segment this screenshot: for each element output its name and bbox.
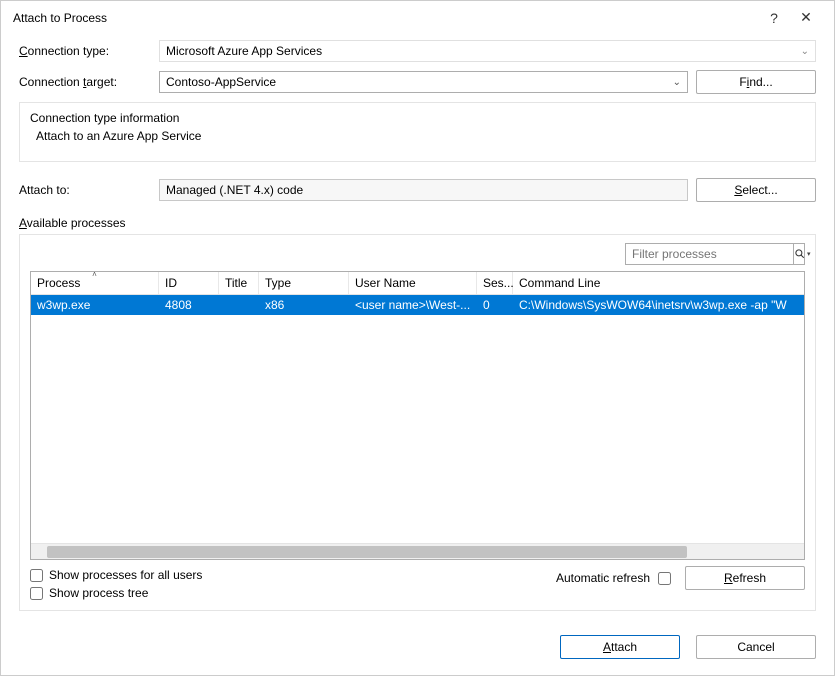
connection-target-label: Connection target: <box>19 75 159 89</box>
horizontal-scrollbar[interactable] <box>31 543 804 559</box>
connection-type-combo[interactable]: Microsoft Azure App Services ⌄ <box>159 40 816 62</box>
cell-session: 0 <box>477 296 513 314</box>
table-header: ˄Process ID Title Type User Name Ses... … <box>31 272 804 295</box>
column-type[interactable]: Type <box>259 272 349 294</box>
filter-box: ▾ <box>625 243 805 265</box>
automatic-refresh-label: Automatic refresh <box>556 571 650 585</box>
cancel-button[interactable]: Cancel <box>696 635 816 659</box>
dialog-footer: Attach Cancel <box>1 623 834 675</box>
connection-target-row: Connection target: Contoso-AppService ⌄ … <box>19 70 816 94</box>
process-table: ˄Process ID Title Type User Name Ses... … <box>30 271 805 560</box>
attach-to-value: Managed (.NET 4.x) code <box>166 183 303 197</box>
filter-search-button[interactable]: ▾ <box>793 244 811 264</box>
attach-to-row: Attach to: Managed (.NET 4.x) code Selec… <box>19 178 816 202</box>
show-process-tree-checkbox[interactable]: Show process tree <box>30 586 556 600</box>
column-command-line[interactable]: Command Line <box>513 272 804 294</box>
show-process-tree-input[interactable] <box>30 587 43 600</box>
chevron-down-icon: ⌄ <box>801 46 809 57</box>
connection-target-value: Contoso-AppService <box>166 75 276 89</box>
close-button[interactable]: ✕ <box>790 9 822 26</box>
select-button[interactable]: Select... <box>696 178 816 202</box>
connection-info-title: Connection type information <box>30 111 805 125</box>
attach-to-field: Managed (.NET 4.x) code <box>159 179 688 201</box>
scrollbar-thumb[interactable] <box>47 546 687 558</box>
connection-type-row: Connection type: Microsoft Azure App Ser… <box>19 40 816 62</box>
chevron-down-icon: ▾ <box>807 250 811 258</box>
filter-input[interactable] <box>626 247 793 261</box>
show-all-users-checkbox[interactable]: Show processes for all users <box>30 568 556 582</box>
dialog-title: Attach to Process <box>13 11 758 25</box>
dialog-content: Connection type: Microsoft Azure App Ser… <box>1 34 834 623</box>
available-processes-group: ▾ ˄Process ID Title Type User Name Ses..… <box>19 234 816 611</box>
column-user-name[interactable]: User Name <box>349 272 477 294</box>
cell-title <box>219 303 259 307</box>
filter-row: ▾ <box>30 243 805 265</box>
table-empty-area <box>31 315 804 543</box>
refresh-button[interactable]: Refresh <box>685 566 805 590</box>
find-button[interactable]: Find... <box>696 70 816 94</box>
sort-asc-icon: ˄ <box>92 271 97 279</box>
chevron-down-icon: ⌄ <box>673 77 681 88</box>
column-title[interactable]: Title <box>219 272 259 294</box>
connection-info-sub: Attach to an Azure App Service <box>30 129 805 143</box>
connection-type-value: Microsoft Azure App Services <box>166 44 322 58</box>
search-icon <box>794 248 806 260</box>
available-processes-label: Available processes <box>19 216 816 230</box>
cell-user: <user name>\West-... <box>349 296 477 314</box>
cell-type: x86 <box>259 296 349 314</box>
cell-id: 4808 <box>159 296 219 314</box>
bottom-options: Show processes for all users Show proces… <box>30 560 805 600</box>
column-session[interactable]: Ses... <box>477 272 513 294</box>
help-button[interactable]: ? <box>758 10 790 26</box>
connection-info-box: Connection type information Attach to an… <box>19 102 816 162</box>
table-row[interactable]: w3wp.exe 4808 x86 <user name>\West-... 0… <box>31 295 804 315</box>
column-process[interactable]: ˄Process <box>31 272 159 294</box>
cell-process: w3wp.exe <box>31 296 159 314</box>
cell-cmd: C:\Windows\SysWOW64\inetsrv\w3wp.exe -ap… <box>513 296 804 314</box>
titlebar: Attach to Process ? ✕ <box>1 1 834 34</box>
automatic-refresh-checkbox[interactable] <box>658 572 671 585</box>
attach-to-label: Attach to: <box>19 183 159 197</box>
connection-type-label: Connection type: <box>19 44 159 58</box>
connection-target-combo[interactable]: Contoso-AppService ⌄ <box>159 71 688 93</box>
attach-button[interactable]: Attach <box>560 635 680 659</box>
show-all-users-input[interactable] <box>30 569 43 582</box>
column-id[interactable]: ID <box>159 272 219 294</box>
